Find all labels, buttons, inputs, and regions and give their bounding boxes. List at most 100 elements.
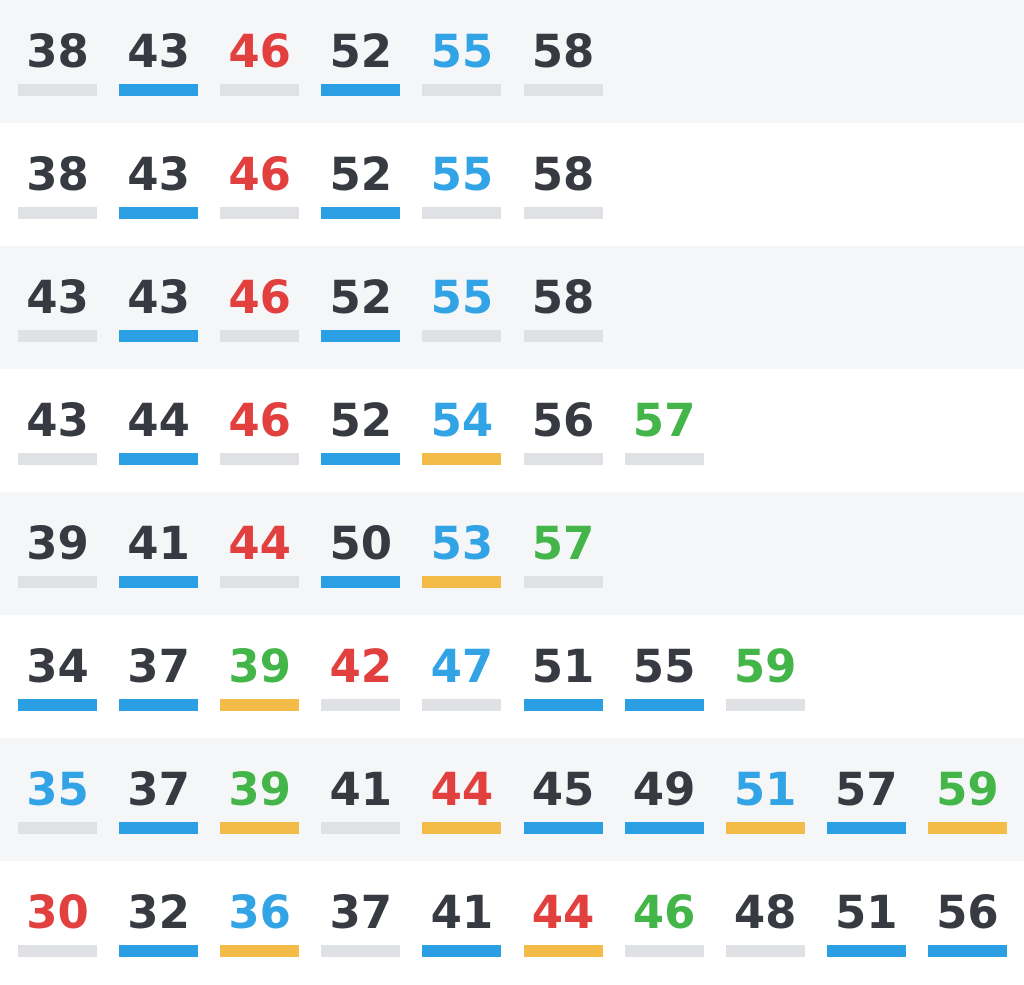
number-underline-bar bbox=[321, 330, 401, 342]
number-cell: 59 bbox=[725, 615, 805, 738]
number-value: 43 bbox=[127, 148, 190, 201]
number-value: 41 bbox=[329, 763, 393, 816]
number-cell: 52 bbox=[321, 0, 401, 123]
number-value: 59 bbox=[936, 763, 999, 816]
number-cell: 30 bbox=[18, 861, 97, 984]
number-value: 43 bbox=[26, 394, 89, 447]
number-underline-bar bbox=[624, 945, 704, 957]
number-underline-bar bbox=[321, 453, 401, 465]
number-underline-bar bbox=[624, 822, 704, 834]
number-cell: 55 bbox=[624, 615, 704, 738]
number-underline-bar bbox=[220, 576, 300, 588]
number-cell: 56 bbox=[927, 861, 1007, 984]
number-value: 55 bbox=[430, 148, 494, 201]
number-underline-bar bbox=[523, 822, 603, 834]
number-underline-bar bbox=[927, 822, 1007, 834]
number-cell: 46 bbox=[624, 861, 704, 984]
number-cell: 45 bbox=[523, 738, 603, 861]
number-underline-bar bbox=[624, 699, 704, 711]
number-row: 43 44 46 52 54 56 57 bbox=[0, 369, 1024, 492]
number-underline-bar bbox=[523, 330, 603, 342]
number-cell: 44 bbox=[523, 861, 603, 984]
number-underline-bar bbox=[119, 330, 199, 342]
number-value: 53 bbox=[430, 517, 494, 570]
number-cell: 38 bbox=[18, 0, 97, 123]
number-cell: 46 bbox=[220, 246, 300, 369]
number-underline-bar bbox=[826, 945, 906, 957]
number-row: 38 43 46 52 55 58 bbox=[0, 0, 1024, 123]
number-underline-bar bbox=[422, 330, 502, 342]
number-value: 44 bbox=[430, 763, 494, 816]
number-value: 46 bbox=[632, 886, 696, 939]
number-value: 48 bbox=[733, 886, 797, 939]
number-cell: 58 bbox=[523, 246, 603, 369]
number-cell: 57 bbox=[523, 492, 603, 615]
number-cell: 41 bbox=[422, 861, 502, 984]
number-cell: 49 bbox=[624, 738, 704, 861]
number-underline-bar bbox=[321, 699, 401, 711]
number-cell: 39 bbox=[18, 492, 97, 615]
number-underline-bar bbox=[523, 945, 603, 957]
number-value: 43 bbox=[127, 25, 190, 78]
number-underline-bar bbox=[220, 207, 300, 219]
number-underline-bar bbox=[220, 453, 300, 465]
number-underline-bar bbox=[725, 699, 805, 711]
number-underline-bar bbox=[725, 945, 805, 957]
number-cell: 58 bbox=[523, 123, 603, 246]
number-cell: 56 bbox=[523, 369, 603, 492]
number-cell: 39 bbox=[220, 738, 300, 861]
number-cell: 37 bbox=[119, 615, 199, 738]
number-underline-bar bbox=[624, 453, 704, 465]
number-underline-bar bbox=[422, 207, 502, 219]
number-underline-bar bbox=[523, 207, 603, 219]
number-value: 54 bbox=[430, 394, 494, 447]
number-value: 58 bbox=[531, 271, 595, 324]
number-cell: 32 bbox=[119, 861, 199, 984]
number-underline-bar bbox=[220, 330, 300, 342]
number-cell: 43 bbox=[119, 0, 199, 123]
number-value: 42 bbox=[329, 640, 393, 693]
number-cell: 55 bbox=[422, 123, 502, 246]
number-row: 38 43 46 52 55 58 bbox=[0, 123, 1024, 246]
number-underline-bar bbox=[422, 576, 502, 588]
number-value: 37 bbox=[329, 886, 393, 939]
number-underline-bar bbox=[422, 699, 502, 711]
number-cell: 51 bbox=[826, 861, 906, 984]
number-value: 39 bbox=[228, 640, 291, 693]
number-value: 58 bbox=[531, 25, 595, 78]
number-value: 43 bbox=[127, 271, 190, 324]
number-value: 36 bbox=[228, 886, 291, 939]
number-underline-bar bbox=[826, 822, 906, 834]
number-cell: 41 bbox=[321, 738, 401, 861]
number-row: 30 32 36 37 41 44 46 48 51 56 bbox=[0, 861, 1024, 985]
number-underline-bar bbox=[18, 822, 97, 834]
number-cell: 44 bbox=[119, 369, 199, 492]
number-value: 51 bbox=[834, 886, 898, 939]
number-cell: 57 bbox=[624, 369, 704, 492]
number-value: 44 bbox=[127, 394, 190, 447]
number-value: 52 bbox=[329, 271, 393, 324]
number-value: 38 bbox=[26, 148, 89, 201]
number-value: 44 bbox=[531, 886, 595, 939]
number-value: 51 bbox=[733, 763, 797, 816]
number-cell: 43 bbox=[18, 369, 97, 492]
number-value: 52 bbox=[329, 148, 393, 201]
number-value: 46 bbox=[228, 148, 291, 201]
number-value: 41 bbox=[127, 517, 190, 570]
number-cell: 42 bbox=[321, 615, 401, 738]
number-underline-bar bbox=[422, 453, 502, 465]
number-underline-bar bbox=[523, 699, 603, 711]
number-value: 44 bbox=[228, 517, 291, 570]
number-underline-bar bbox=[119, 207, 199, 219]
number-cell: 52 bbox=[321, 369, 401, 492]
number-underline-bar bbox=[18, 84, 97, 96]
number-value: 38 bbox=[26, 25, 89, 78]
number-value: 56 bbox=[936, 886, 999, 939]
number-underline-bar bbox=[422, 945, 502, 957]
number-value: 39 bbox=[26, 517, 89, 570]
number-value: 46 bbox=[228, 25, 291, 78]
number-value: 55 bbox=[430, 25, 494, 78]
number-value: 57 bbox=[834, 763, 898, 816]
number-cell: 54 bbox=[422, 369, 502, 492]
number-underline-bar bbox=[119, 699, 199, 711]
